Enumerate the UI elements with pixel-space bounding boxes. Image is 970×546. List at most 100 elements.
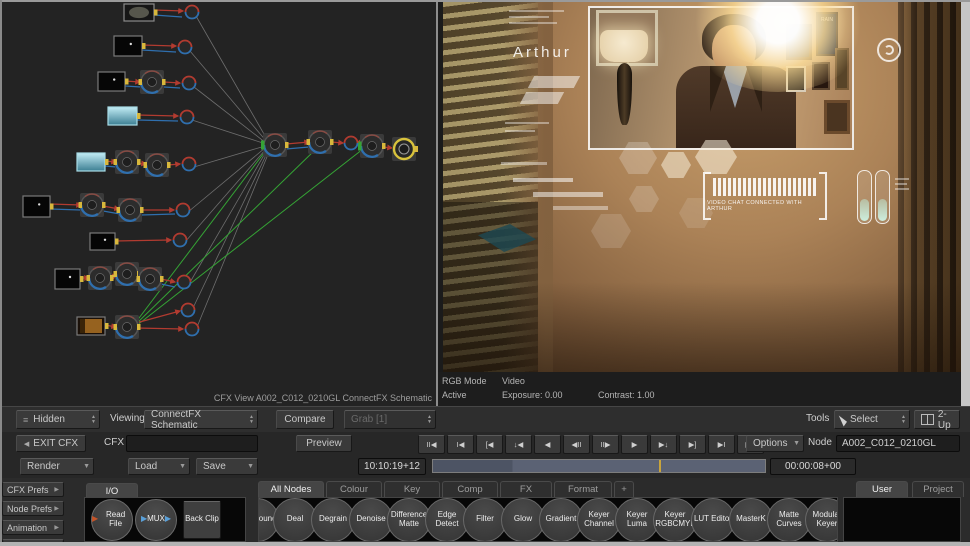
mux-out-icon: ▶ [165,515,171,524]
hud-hexagon [661,152,691,178]
chat-status-label: VIDEO CHAT CONNECTED WITH ARTHUR [707,200,823,212]
mode-label: RGB Mode [442,376,487,386]
back-arrow-icon: ◀ [24,440,29,448]
node-modular-keyer[interactable]: Modular Keyer [805,498,838,542]
view-toolbar: ≡Hidden ▲▼ Viewing ConnectFX Schematic ▲… [0,406,970,433]
dropdown-arrow-icon: ▼ [83,463,90,470]
dropdown-arrow-icon: ▼ [179,463,186,470]
prev-keyframe-button[interactable]: I◀ [447,435,474,454]
tab-comp[interactable]: Comp [442,481,498,497]
hud-hexagon [629,186,659,212]
indicator-pill [857,170,872,224]
hud-hexagon [591,214,631,248]
caller-name-label: Arthur [513,44,572,61]
two-up-icon [921,414,934,425]
next-frame-button[interactable]: ▶↓ [650,435,677,454]
indicator-pill [875,170,890,224]
play-button[interactable]: ▶ [621,435,648,454]
hud-chevron [528,76,580,88]
lamp-shade [600,30,648,62]
render-dropdown[interactable]: Render▼ [20,458,94,475]
right-border-strip [961,0,970,406]
exit-cfx-button[interactable]: ◀EXIT CFX [16,435,86,452]
tab-all-nodes[interactable]: All Nodes [258,481,324,497]
cursor-icon [839,413,848,426]
window-border [0,542,970,546]
compare-button[interactable]: Compare [276,410,334,429]
duration-timecode: 00:00:08+00 [770,458,856,475]
sidebar-button-animation[interactable]: Animation▶ [2,520,64,535]
prev-cut-button[interactable]: [◀ [476,435,503,454]
contrast-value: Contrast: 1.00 [598,390,655,400]
tool-select-dropdown[interactable]: Select ▲▼ [834,410,910,429]
viewer-info-bar: RGB Mode Video Active Exposure: 0.00 Con… [438,372,963,406]
lamp-base [617,63,632,125]
step-forward-button[interactable]: II▶ [592,435,619,454]
playhead[interactable] [659,460,661,472]
cfx-toolbar: ◀EXIT CFX CFX Preview II◀I◀[◀↓◀◀◀IIII▶▶▶… [0,432,970,455]
sidebar-button-cfx-prefs[interactable]: CFX Prefs▶ [2,482,64,497]
list-lines-icon: ≡ [23,415,28,425]
mode-value: Video [502,376,525,386]
state-label: Active [442,390,467,400]
spinner-icon: ▲▼ [91,415,96,424]
step-back-button[interactable]: ◀II [563,435,590,454]
node-bin-panel: CFX Prefs▶Node Prefs▶Animation▶ I/O ▶ Re… [0,478,970,542]
tools-label: Tools [806,413,829,424]
load-dropdown[interactable]: Load▼ [128,458,190,475]
tab-user[interactable]: User [856,481,908,497]
viewer-viewport[interactable]: RAIN Arthur VIDEO CHAT CONN [443,2,961,372]
dropdown-arrow-icon: ▼ [793,440,800,447]
sidebar-button-node-prefs[interactable]: Node Prefs▶ [2,501,64,516]
spinner-icon: ▲▼ [249,415,254,424]
schematic-caption: CFX View A002_C012_0210GL ConnectFX Sche… [214,393,432,403]
prev-frame-button[interactable]: ↓◀ [505,435,532,454]
read-file-node[interactable]: ▶ Read File [91,499,133,541]
barcode-strip [713,178,817,196]
window-border [0,0,970,2]
node-name-input[interactable]: A002_C012_0210GL [836,435,960,452]
save-dropdown[interactable]: Save▼ [196,458,258,475]
tab-add-tab[interactable]: + [614,481,634,497]
tab-key[interactable]: Key [384,481,440,497]
exposure-value: Exposure: 0.00 [502,390,563,400]
hidden-dropdown[interactable]: ≡Hidden ▲▼ [16,410,100,429]
submenu-arrow-icon: ▶ [54,486,59,493]
options-dropdown[interactable]: Options▼ [746,435,804,452]
hud-chevron [520,92,564,104]
current-timecode: 10:10:19+12 [358,458,426,475]
submenu-arrow-icon: ▶ [54,505,59,512]
tab-format[interactable]: Format [554,481,612,497]
next-cut-button[interactable]: ▶] [679,435,706,454]
chat-status-module: VIDEO CHAT CONNECTED WITH ARTHUR [703,172,827,216]
spinner-icon: ▲▼ [901,415,906,424]
submenu-arrow-icon: ▶ [54,524,59,531]
back-clip-button[interactable]: Back Clip [183,501,221,539]
node-label: Node [808,437,832,448]
connectfx-schematic-canvas[interactable]: CFX View A002_C012_0210GL ConnectFX Sche… [2,2,438,406]
picture-frame [824,100,850,134]
go-start-button[interactable]: II◀ [418,435,445,454]
next-keyframe-button[interactable]: ▶I [708,435,735,454]
tab-fx[interactable]: FX [500,481,552,497]
tab-colour[interactable]: Colour [326,481,382,497]
viewport-layout-dropdown[interactable]: 2-Up [914,410,960,429]
dropdown-arrow-icon: ▼ [247,463,254,470]
spiral-logo-icon [877,38,901,62]
timeline-slider[interactable] [432,459,766,473]
io-node-shelf: ▶ Read File ▶ MUX ▶ Back Clip [84,497,246,542]
window-border [0,0,2,542]
preview-button[interactable]: Preview [296,435,352,452]
play-reverse-button[interactable]: ◀ [534,435,561,454]
viewing-dropdown[interactable]: ConnectFX Schematic ▲▼ [144,410,258,429]
user-panel [843,497,961,542]
tab-project[interactable]: Project [912,481,964,497]
grab-dropdown[interactable]: Grab [1] ▲▼ [344,410,436,429]
read-file-icon: ▶ [92,515,98,524]
mux-node[interactable]: ▶ MUX ▶ [135,499,177,541]
node-bin-shelf: CompoundDealDegrainDenoiseDifference Mat… [258,497,838,542]
node-graph[interactable] [2,2,436,406]
viewing-label: Viewing [110,413,145,424]
cfx-name-input[interactable] [126,435,258,452]
flame-connectfx-window: CFX View A002_C012_0210GL ConnectFX Sche… [0,0,970,546]
